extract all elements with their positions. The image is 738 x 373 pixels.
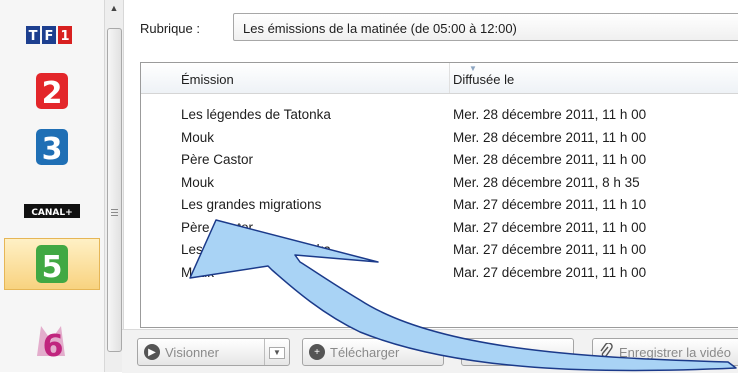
svg-text:F: F xyxy=(45,29,54,44)
table-row[interactable]: Les légendes de Tatonka Mer. 28 décembre… xyxy=(141,105,738,128)
scroll-up-arrow-icon[interactable]: ▲ xyxy=(105,0,123,16)
sidebar-scrollbar[interactable]: ▲ xyxy=(104,0,124,372)
stop-icon: ✕ xyxy=(468,344,484,360)
column-header-date[interactable]: Diffusée le xyxy=(453,63,514,93)
arreter-button[interactable]: ✕ Arrêter xyxy=(461,338,574,366)
table-row[interactable]: Père Castor Mar. 27 décembre 2011, 11 h … xyxy=(141,218,738,241)
table-row[interactable]: Mouk Mer. 28 décembre 2011, 8 h 35 xyxy=(141,173,738,196)
date-cell: Mer. 28 décembre 2011, 11 h 00 xyxy=(453,129,647,145)
play-icon: ▶ xyxy=(144,344,160,360)
column-separator xyxy=(449,63,450,93)
enregistrer-label: Enregistrer la vidéo xyxy=(619,344,731,360)
date-cell: Mer. 28 décembre 2011, 11 h 00 xyxy=(453,107,647,122)
date-cell: Mar. 27 décembre 2011, 11 h 10 xyxy=(453,197,647,212)
emission-cell: Père Castor xyxy=(181,219,254,235)
visionner-button[interactable]: ▶ Visionner ▼ xyxy=(137,338,290,366)
channel-france2[interactable]: 2 xyxy=(4,66,100,116)
grip-icon xyxy=(111,209,118,218)
table-row[interactable]: Les légendes de Tatonka Mar. 27 décembre… xyxy=(141,240,738,263)
canalplus-logo-icon: CANAL+ xyxy=(24,203,80,219)
arreter-label: Arrêter xyxy=(489,344,529,360)
channel-m6[interactable]: 6 xyxy=(4,316,100,366)
emissions-list[interactable]: Émission ▼ Diffusée le Les légendes de T… xyxy=(140,62,738,328)
date-cell: Mar. 27 décembre 2011, 11 h 00 xyxy=(453,219,647,235)
table-row[interactable]: Père Castor Mer. 28 décembre 2011, 11 h … xyxy=(141,150,738,173)
svg-text:CANAL+: CANAL+ xyxy=(31,208,72,218)
action-toolbar: ▶ Visionner ▼ + Télécharger ✕ Arrêter En… xyxy=(122,329,738,373)
telecharger-button[interactable]: + Télécharger xyxy=(302,338,444,366)
emission-cell: Les grandes migrations xyxy=(181,197,322,212)
date-cell: Mar. 27 décembre 2011, 11 h 00 xyxy=(453,242,647,257)
scrollbar-thumb[interactable] xyxy=(107,28,122,352)
france3-logo-icon: 3 xyxy=(34,127,70,167)
table-row[interactable]: Mouk Mar. 27 décembre 2011, 11 h 00 xyxy=(141,263,738,286)
visionner-label: Visionner xyxy=(165,344,219,360)
paperclip-icon xyxy=(599,341,613,362)
button-split xyxy=(264,339,265,365)
date-cell: Mar. 27 décembre 2011, 11 h 00 xyxy=(453,264,647,280)
emission-cell: Les légendes de Tatonka xyxy=(181,107,331,122)
channel-france3[interactable]: 3 xyxy=(4,122,100,172)
rubrique-label: Rubrique : xyxy=(140,21,200,36)
svg-text:6: 6 xyxy=(43,329,64,362)
chevron-down-icon[interactable]: ▼ xyxy=(269,347,285,359)
channel-tf1[interactable]: T F 1 xyxy=(4,10,100,60)
france5-logo-icon: 5 xyxy=(34,243,70,285)
emission-cell: Mouk xyxy=(181,174,215,190)
column-header-emission[interactable]: Émission xyxy=(181,63,234,93)
tf1-logo-icon: T F 1 xyxy=(26,24,78,46)
emission-cell: Les légendes de Tatonka xyxy=(181,242,331,257)
list-header: Émission ▼ Diffusée le xyxy=(141,63,738,94)
svg-text:5: 5 xyxy=(42,250,63,285)
date-cell: Mer. 28 décembre 2011, 8 h 35 xyxy=(453,174,640,190)
channel-france5[interactable]: 5 xyxy=(4,238,100,290)
svg-text:T: T xyxy=(29,29,38,44)
svg-text:1: 1 xyxy=(60,29,69,44)
emission-cell: Mouk xyxy=(181,264,215,280)
channel-canalplus[interactable]: CANAL+ xyxy=(4,186,100,236)
telecharger-label: Télécharger xyxy=(330,344,400,360)
m6-logo-icon: 6 xyxy=(31,320,73,362)
rubrique-select[interactable]: Les émissions de la matinée (de 05:00 à … xyxy=(233,13,738,41)
date-cell: Mer. 28 décembre 2011, 11 h 00 xyxy=(453,152,647,167)
france2-logo-icon: 2 xyxy=(34,71,70,111)
table-row[interactable]: Mouk Mer. 28 décembre 2011, 11 h 00 xyxy=(141,128,738,151)
enregistrer-button[interactable]: Enregistrer la vidéo xyxy=(592,338,738,366)
channel-sidebar: T F 1 2 3 CANAL+ 5 6 xyxy=(0,0,104,372)
add-icon: + xyxy=(309,344,325,360)
svg-text:2: 2 xyxy=(42,76,63,111)
emission-cell: Père Castor xyxy=(181,152,254,167)
table-row[interactable]: Les grandes migrations Mar. 27 décembre … xyxy=(141,195,738,218)
svg-text:3: 3 xyxy=(42,132,63,167)
emission-cell: Mouk xyxy=(181,129,215,145)
